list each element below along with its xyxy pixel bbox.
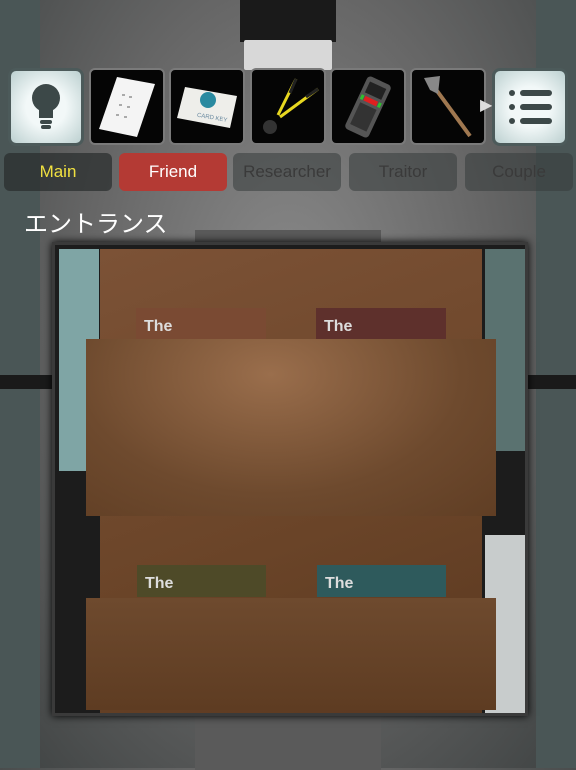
bolt-cutter-icon: [263, 77, 319, 134]
inventory-slot-card-key[interactable]: CARD KEY: [169, 68, 245, 145]
location-title: エントランス: [24, 211, 168, 238]
paper-note-icon: [99, 76, 155, 137]
tab-researcher[interactable]: Researcher: [233, 153, 341, 191]
magazine[interactable]: The: [317, 565, 446, 597]
magazine-title: The: [324, 318, 353, 335]
ceiling-lamp: [244, 40, 332, 70]
magazine[interactable]: The: [137, 565, 266, 597]
tab-friend[interactable]: Friend: [119, 153, 227, 191]
tab-traitor[interactable]: Traitor: [349, 153, 457, 191]
inventory-slot-card-reader[interactable]: [330, 68, 406, 145]
rack-front-panel-bottom[interactable]: [86, 598, 496, 710]
rack-front-panel-top[interactable]: [86, 339, 496, 516]
tab-label: Couple: [492, 162, 546, 181]
magazine-title: The: [145, 575, 174, 592]
lightbulb-icon: [32, 84, 60, 129]
magazine[interactable]: The: [136, 308, 266, 340]
inventory-scroll-arrow[interactable]: ▶: [480, 95, 492, 115]
tab-couple[interactable]: Couple: [465, 153, 573, 191]
card-reader-icon: [345, 76, 391, 137]
tab-label: Main: [39, 162, 77, 181]
list-menu-icon: [509, 90, 552, 124]
tab-label: Researcher: [243, 162, 331, 181]
magazine-title: The: [144, 318, 173, 335]
ceiling-fixture: [240, 0, 336, 42]
hint-button[interactable]: [8, 68, 84, 146]
scene-viewport[interactable]: The The The The: [52, 242, 528, 716]
axe-icon: [424, 75, 472, 137]
card-key-icon: CARD KEY: [177, 86, 237, 128]
tab-label: Traitor: [378, 162, 428, 181]
magazine[interactable]: The: [316, 308, 446, 340]
inventory-slot-axe[interactable]: [410, 68, 486, 145]
inventory-slot-bolt-cutter[interactable]: [250, 68, 326, 145]
tab-main[interactable]: Main: [4, 153, 112, 191]
magazine-title: The: [325, 575, 354, 592]
inventory-slot-paper-note[interactable]: [89, 68, 165, 145]
menu-button[interactable]: [492, 68, 568, 146]
tab-label: Friend: [148, 162, 198, 181]
